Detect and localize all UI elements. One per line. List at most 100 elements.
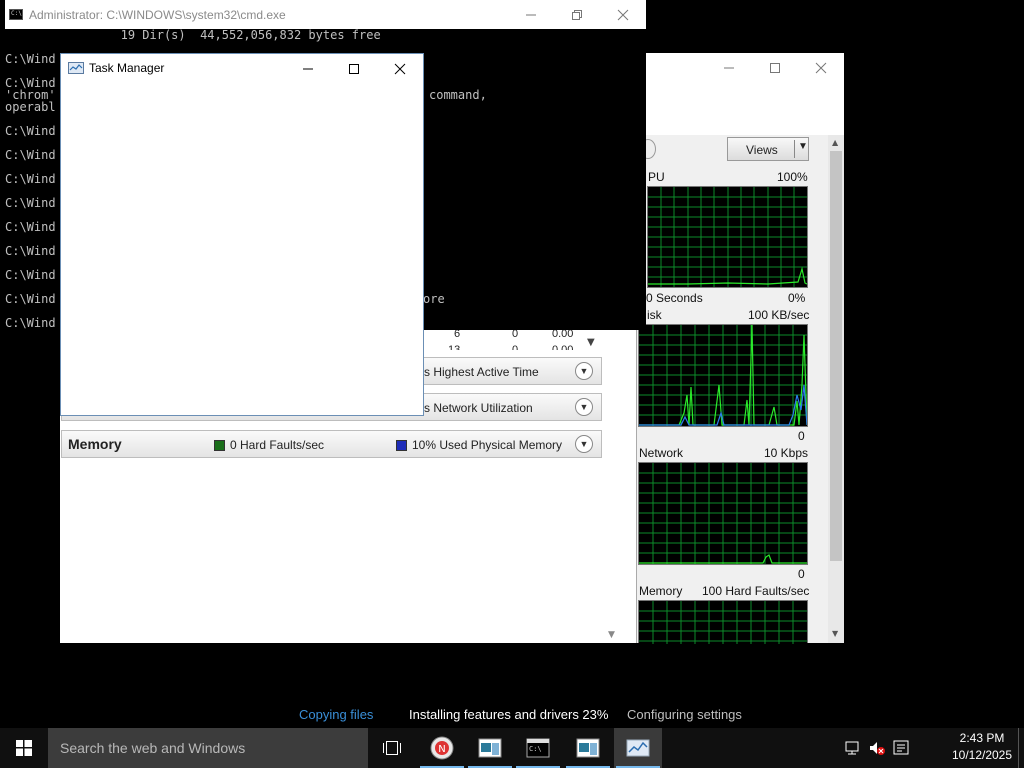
- volume-tray-icon[interactable]: [868, 739, 886, 761]
- cmd-restore-button[interactable]: [554, 0, 600, 30]
- close-icon: [815, 62, 827, 74]
- disk-graph-max: 100 KB/sec: [748, 308, 810, 322]
- used-memory-swatch: [396, 440, 407, 452]
- minimize-icon: [724, 67, 734, 69]
- console-line: C:\Wind: [5, 220, 56, 234]
- search-placeholder: Search the web and Windows: [60, 740, 246, 756]
- disk-graph: [638, 324, 808, 427]
- task-manager-title: Task Manager: [89, 61, 165, 75]
- task-manager-minimize-button[interactable]: [285, 54, 331, 84]
- taskbar-app-task-manager[interactable]: [614, 728, 662, 768]
- network-graph-max: 10 Kbps: [764, 446, 809, 460]
- cpu-graph-time-label: 0 Seconds: [646, 291, 703, 305]
- close-icon: [394, 63, 406, 75]
- graph-pane-scrollbar[interactable]: ▲ ▼: [828, 135, 844, 643]
- cmd-icon: C:\: [9, 9, 23, 20]
- close-icon: [617, 9, 629, 21]
- volume-muted-icon: [870, 742, 885, 755]
- scroll-up-arrow-icon[interactable]: ▲: [832, 138, 838, 147]
- chevron-down-icon[interactable]: ▼: [575, 435, 593, 453]
- cpu-graph-min: 0%: [788, 291, 806, 305]
- cmd-close-button[interactable]: [600, 0, 646, 30]
- task-manager-icon: [626, 739, 650, 757]
- status-configuring-settings: Configuring settings: [627, 707, 742, 722]
- minimize-icon: [303, 68, 313, 70]
- action-center-icon: [893, 740, 909, 755]
- console-line: C:\Wind: [5, 244, 56, 258]
- memory-graph: [638, 600, 808, 644]
- disk-graph-min: 0: [798, 429, 805, 443]
- console-line: 19 Dir(s) 44,552,056,832 bytes free: [5, 28, 381, 42]
- table-cell: 0: [512, 344, 519, 350]
- svg-text:N: N: [438, 744, 445, 755]
- task-view-icon: [383, 741, 401, 755]
- task-view-button[interactable]: [368, 728, 416, 768]
- console-line: C:\Wind: [5, 148, 56, 162]
- chevron-down-icon[interactable]: ▼: [575, 362, 593, 380]
- console-line: C:\Wind: [5, 196, 56, 210]
- views-divider: [794, 140, 795, 158]
- disk-graph-label: isk: [647, 308, 662, 322]
- maximize-icon: [349, 64, 359, 74]
- resmon-maximize-button[interactable]: [752, 53, 798, 83]
- console-line: operabl: [5, 100, 56, 114]
- app-window-icon: [478, 738, 502, 758]
- resmon-close-button[interactable]: [798, 53, 844, 83]
- task-manager-icon: [68, 62, 84, 74]
- status-copying-files: Copying files: [299, 707, 374, 722]
- console-fragment: ore: [423, 292, 445, 306]
- taskbar-app-window1[interactable]: [466, 728, 514, 768]
- hard-faults-text: 0 Hard Faults/sec: [230, 438, 325, 452]
- taskbar-app-setup[interactable]: N: [418, 728, 466, 768]
- chevron-down-icon[interactable]: ▼: [575, 398, 593, 416]
- start-button[interactable]: [0, 728, 48, 768]
- maximize-icon: [770, 63, 780, 73]
- memory-section-header[interactable]: Memory 0 Hard Faults/sec 10% Used Physic…: [61, 430, 602, 458]
- left-pane-scroll-down-icon[interactable]: ▼: [608, 630, 615, 640]
- disk-graph-canvas: [639, 324, 808, 426]
- network-tray-icon[interactable]: [844, 739, 862, 761]
- network-graph: [638, 462, 808, 565]
- app-window-icon: [576, 738, 600, 758]
- scroll-down-arrow-icon[interactable]: ▼: [832, 629, 838, 638]
- chevron-down-icon: ▼: [798, 141, 808, 152]
- show-desktop-button[interactable]: [1018, 728, 1024, 768]
- svg-text:C:\: C:\: [529, 745, 542, 753]
- resmon-minimize-button[interactable]: [706, 53, 752, 83]
- disk-section-label: s Highest Active Time: [424, 365, 539, 379]
- console-line: C:\Wind: [5, 316, 56, 330]
- task-manager-maximize-button[interactable]: [331, 54, 377, 84]
- console-line: C:\Wind: [5, 172, 56, 186]
- task-manager-window[interactable]: Task Manager: [60, 53, 424, 416]
- network-graph-canvas: [639, 463, 807, 564]
- windows-logo-icon: [16, 740, 32, 756]
- used-memory-text: 10% Used Physical Memory: [412, 438, 563, 452]
- scrollbar-thumb[interactable]: [830, 151, 842, 561]
- cmd-titlebar[interactable]: C:\ Administrator: C:\WINDOWS\system32\c…: [5, 0, 646, 29]
- minimize-icon: [526, 14, 536, 16]
- search-box[interactable]: Search the web and Windows: [48, 728, 368, 768]
- clock[interactable]: 2:43 PM 10/12/2025: [940, 731, 1024, 762]
- taskbar-app-cmd[interactable]: C:\: [514, 728, 562, 768]
- cpu-graph-canvas: [648, 187, 808, 287]
- cpu-graph: [647, 186, 808, 288]
- cmd-minimize-button[interactable]: [508, 0, 554, 30]
- restore-icon: [572, 10, 582, 20]
- views-button[interactable]: Views ▼: [727, 137, 809, 161]
- table-cell: 13: [448, 344, 461, 350]
- status-installing-features: Installing features and drivers 23%: [409, 707, 609, 722]
- network-graph-min: 0: [798, 567, 805, 581]
- taskbar-app-window2[interactable]: [564, 728, 612, 768]
- cpu-graph-max: 100%: [777, 170, 808, 184]
- scroll-down-arrow-icon[interactable]: ▼: [587, 337, 595, 348]
- task-manager-close-button[interactable]: [377, 54, 423, 84]
- memory-graph-max: 100 Hard Faults/sec: [702, 584, 810, 598]
- console-line: C:\Wind: [5, 292, 56, 306]
- network-section-label: s Network Utilization: [424, 401, 533, 415]
- views-label: Views: [746, 143, 778, 157]
- table-row: 6 0 0.00 13 0 0.00: [448, 328, 580, 356]
- memory-section-title: Memory: [68, 436, 122, 452]
- used-memory-legend: 10% Used Physical Memory: [396, 438, 562, 452]
- table-cell: 0.00: [552, 344, 574, 350]
- action-center-tray-icon[interactable]: [892, 739, 910, 761]
